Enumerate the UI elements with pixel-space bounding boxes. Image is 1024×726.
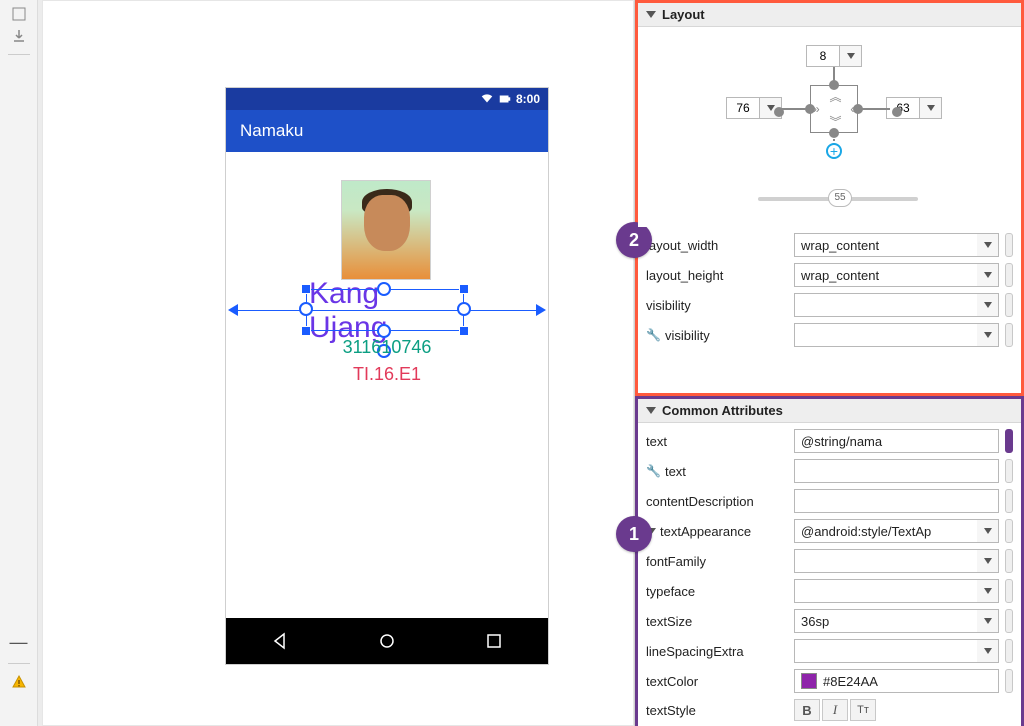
constraint-arrow-right [536, 304, 546, 316]
device-preview: 8:00 Namaku Kang Ujang [226, 88, 548, 664]
constraint-widget[interactable]: ︽︾ »« + 55 [638, 27, 1021, 227]
chevron-down-icon[interactable] [977, 639, 999, 663]
visibility-select[interactable] [794, 293, 999, 317]
back-icon[interactable] [270, 631, 290, 651]
collapse-icon [646, 407, 656, 414]
row-text-style: textStyle B I Tᴛ [646, 699, 1013, 721]
battery-icon [498, 92, 512, 106]
row-typeface: typeface [646, 579, 1013, 603]
expand-icon[interactable] [11, 6, 27, 22]
design-canvas[interactable]: 8:00 Namaku Kang Ujang [38, 0, 634, 726]
attr-options-button[interactable] [1005, 429, 1013, 453]
attr-options-button[interactable] [1005, 639, 1013, 663]
attr-options-button[interactable] [1005, 233, 1013, 257]
layout-panel-header[interactable]: Layout [638, 3, 1021, 27]
allcaps-button[interactable]: Tᴛ [850, 699, 876, 721]
attr-options-button[interactable] [1005, 293, 1013, 317]
attr-options-button[interactable] [1005, 549, 1013, 573]
constraint-box[interactable]: ︽︾ »« [810, 85, 858, 133]
recents-icon[interactable] [484, 631, 504, 651]
collapse-icon [646, 11, 656, 18]
text-input[interactable]: @string/nama [794, 429, 999, 453]
text-appearance-select[interactable]: @android:style/TextAp [794, 519, 999, 543]
row-tools-visibility: 🔧visibility [646, 323, 1013, 347]
text-style-buttons: B I Tᴛ [794, 699, 876, 721]
attr-options-button[interactable] [1005, 263, 1013, 287]
download-icon[interactable] [11, 28, 27, 44]
attributes-pane: Layout ︽︾ [634, 0, 1024, 726]
chevron-down-icon[interactable] [920, 97, 942, 119]
wifi-icon [480, 92, 494, 106]
common-attributes-panel: Common Attributes text @string/nama 🔧tex… [635, 396, 1024, 726]
typeface-select[interactable] [794, 579, 999, 603]
wrench-icon: 🔧 [646, 328, 661, 342]
row-text-size: textSize 36sp [646, 609, 1013, 633]
wrench-icon: 🔧 [646, 464, 661, 478]
row-text: text @string/nama [646, 429, 1013, 453]
text-color-input[interactable]: #8E24AA [794, 669, 999, 693]
editor-gutter: — [0, 0, 38, 726]
warning-icon[interactable] [11, 674, 27, 690]
profile-image[interactable] [341, 180, 431, 280]
bold-button[interactable]: B [794, 699, 820, 721]
row-visibility: visibility [646, 293, 1013, 317]
layout-height-select[interactable]: wrap_content [794, 263, 999, 287]
row-text-color: textColor #8E24AA [646, 669, 1013, 693]
textview-id[interactable]: 311610746 [226, 337, 548, 358]
attr-options-button[interactable] [1005, 519, 1013, 543]
android-nav-bar [226, 618, 548, 664]
add-constraint-icon[interactable]: + [826, 143, 842, 159]
row-layout-width: layout_width wrap_content [646, 233, 1013, 257]
app-bar: Namaku [226, 110, 548, 152]
chevron-down-icon[interactable] [977, 579, 999, 603]
attr-options-button[interactable] [1005, 579, 1013, 603]
layout-width-select[interactable]: wrap_content [794, 233, 999, 257]
italic-button[interactable]: I [822, 699, 848, 721]
tools-text-input[interactable] [794, 459, 999, 483]
chevron-down-icon[interactable] [977, 293, 999, 317]
app-title: Namaku [240, 121, 303, 141]
bias-slider[interactable]: 55 [758, 189, 918, 207]
textview-class[interactable]: TI.16.E1 [226, 364, 548, 385]
chevron-down-icon[interactable] [977, 549, 999, 573]
chevron-down-icon[interactable] [840, 45, 862, 67]
line-spacing-select[interactable] [794, 639, 999, 663]
clock: 8:00 [516, 92, 540, 106]
chevron-down-icon[interactable] [977, 323, 999, 347]
constraint-arrow-left [228, 304, 238, 316]
row-text-appearance: textAppearance @android:style/TextAp [646, 519, 1013, 543]
home-icon[interactable] [377, 631, 397, 651]
row-layout-height: layout_height wrap_content [646, 263, 1013, 287]
chevron-down-icon[interactable] [977, 263, 999, 287]
row-tools-text: 🔧text [646, 459, 1013, 483]
row-font-family: fontFamily [646, 549, 1013, 573]
attr-options-button[interactable] [1005, 489, 1013, 513]
minus-icon[interactable]: — [10, 632, 28, 653]
annotation-2: 2 [616, 222, 652, 258]
row-line-spacing: lineSpacingExtra [646, 639, 1013, 663]
color-swatch[interactable] [801, 673, 817, 689]
content-description-input[interactable] [794, 489, 999, 513]
attr-options-button[interactable] [1005, 323, 1013, 347]
annotation-1: 1 [616, 516, 652, 552]
chevron-down-icon[interactable] [977, 609, 999, 633]
tools-visibility-select[interactable] [794, 323, 999, 347]
font-family-select[interactable] [794, 549, 999, 573]
margin-top-input[interactable] [806, 45, 862, 67]
text-size-select[interactable]: 36sp [794, 609, 999, 633]
chevron-down-icon[interactable] [977, 233, 999, 257]
chevron-down-icon[interactable] [977, 519, 999, 543]
selection-outline[interactable] [306, 289, 464, 331]
attr-options-button[interactable] [1005, 459, 1013, 483]
layout-panel: Layout ︽︾ [635, 0, 1024, 396]
margin-left-input[interactable] [726, 97, 782, 119]
common-panel-header[interactable]: Common Attributes [638, 399, 1021, 423]
attr-options-button[interactable] [1005, 669, 1013, 693]
row-content-description: contentDescription [646, 489, 1013, 513]
attr-options-button[interactable] [1005, 609, 1013, 633]
status-bar: 8:00 [226, 88, 548, 110]
